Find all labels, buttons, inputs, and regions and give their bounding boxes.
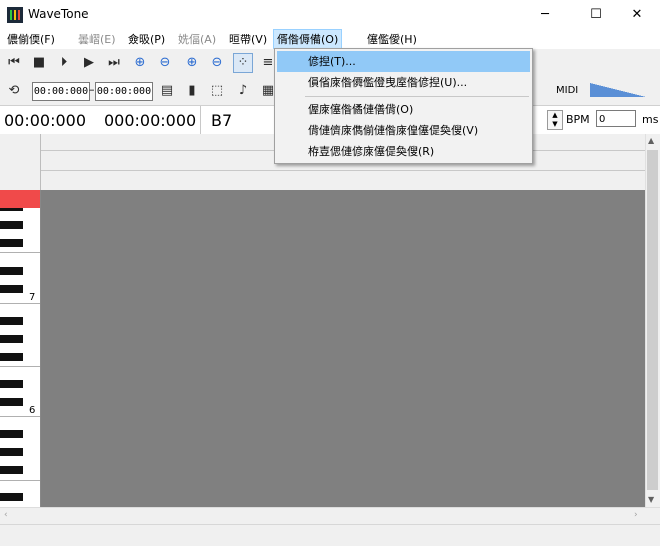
menu-edit[interactable]: 曇嶍(E) (75, 32, 119, 47)
fast-forward-icon[interactable]: ⏭ (105, 54, 123, 72)
black-key[interactable] (0, 285, 23, 293)
key-divider (0, 366, 40, 367)
bpm-spinner[interactable]: ▲ ▼ (547, 110, 563, 130)
close-button[interactable]: ✕ (614, 0, 660, 30)
select-rect-icon[interactable]: ⬚ (208, 82, 226, 100)
bpm-label: BPM (566, 113, 590, 126)
black-key[interactable] (0, 335, 23, 343)
menu-view[interactable]: 晅帶(V) (226, 32, 270, 47)
dropdown-item-5[interactable]: 栫壴偲僆偐庲僿偍奐傁(R) (277, 141, 530, 162)
fit-icon[interactable]: ⁘ (233, 53, 253, 73)
loop-end-time[interactable]: 00:00:000 (95, 82, 153, 101)
highlighted-key (0, 190, 40, 208)
black-key[interactable] (0, 430, 23, 438)
current-note: B7 (211, 111, 233, 130)
menu-help[interactable]: 僿儖僾(H) (364, 32, 420, 47)
midi-volume-ramp[interactable] (590, 83, 646, 97)
zoom-out-vertical-icon[interactable]: ⊖ (208, 54, 226, 72)
menu-p[interactable]: 僉昅(P) (125, 32, 168, 47)
current-measure: 000:00:000 (104, 111, 197, 130)
menu-file[interactable]: 儂偂偄(F) (4, 32, 58, 47)
octave-label: 7 (29, 292, 36, 303)
key-divider (0, 252, 40, 253)
scroll-right-icon[interactable]: › (634, 510, 638, 520)
ruler-corner (0, 134, 41, 190)
piano-roll-canvas[interactable] (41, 190, 645, 507)
scroll-left-icon[interactable]: ‹ (4, 510, 8, 520)
scroll-down-icon[interactable]: ▼ (648, 495, 654, 504)
zoom-in-vertical-icon[interactable]: ⊕ (183, 54, 201, 72)
layout-icon[interactable]: ▤ (158, 82, 176, 100)
black-key[interactable] (0, 466, 23, 474)
zoom-in-horizontal-icon[interactable]: ⊕ (131, 54, 149, 72)
menu-options[interactable]: 偦偺傉備(O) (272, 29, 343, 50)
black-key[interactable] (0, 267, 23, 275)
stop-icon[interactable]: ■ (30, 54, 48, 72)
window-title: WaveTone (28, 7, 89, 21)
app-icon (7, 7, 23, 23)
step-play-icon[interactable]: ⏵ (55, 54, 73, 72)
scroll-up-icon[interactable]: ▲ (648, 136, 654, 145)
dropdown-item-2[interactable]: 傊偗庲偺僲儖僜曳庢偺偐揑(U)... (277, 72, 530, 93)
key-divider (0, 480, 40, 481)
zoom-out-horizontal-icon[interactable]: ⊖ (156, 54, 174, 72)
divider (200, 106, 201, 134)
rewind-icon[interactable]: ⏮ (5, 54, 23, 72)
black-key[interactable] (0, 380, 23, 388)
maximize-button[interactable]: ☐ (573, 0, 619, 30)
black-key[interactable] (0, 221, 23, 229)
piano-keyboard[interactable]: 7 6 (0, 190, 41, 507)
menu-a[interactable]: 姺偪(A) (175, 32, 219, 47)
menu-bar: 儂偂偄(F) 曇嶍(E) 僉昅(P) 姺偪(A) 晅帶(V) 偦偺傉備(O) 僿… (0, 29, 660, 50)
dropdown-item-4[interactable]: 偝僆儕庲儁偂僆偺庲偟僿偍奐傁(V) (277, 120, 530, 141)
note-icon[interactable]: ♪ (234, 82, 252, 100)
midi-label: MIDI (556, 85, 579, 96)
play-icon[interactable]: ▶ (80, 54, 98, 72)
vertical-scroll-thumb[interactable] (647, 150, 658, 490)
options-dropdown: 偐揑(T)... 傊偗庲偺僲儖僜曳庢偺偐揑(U)... 偓庲僿偺僪僆僐偝(O) … (274, 48, 533, 164)
loop-start-time[interactable]: 00:00:000 (32, 82, 90, 101)
black-key[interactable] (0, 317, 23, 325)
dropdown-item-settings[interactable]: 偐揑(T)... (277, 51, 530, 72)
status-bar (0, 524, 660, 546)
current-time: 00:00:000 (4, 111, 87, 130)
black-key[interactable] (0, 239, 23, 247)
ruler-line (41, 170, 645, 171)
horizontal-scrollbar[interactable] (0, 507, 660, 525)
dropdown-separator (305, 96, 529, 97)
black-key[interactable] (0, 398, 23, 406)
range-dash: – (89, 83, 95, 96)
minimize-button[interactable]: ─ (522, 0, 568, 30)
octave-label: 6 (29, 405, 36, 416)
black-key[interactable] (0, 448, 23, 456)
black-key[interactable] (0, 353, 23, 361)
pencil-icon[interactable]: ▮ (183, 82, 201, 100)
ms-label: ms (642, 113, 659, 126)
key-divider (0, 416, 40, 417)
black-key[interactable] (0, 493, 23, 501)
loop-icon[interactable]: ⟲ (5, 82, 23, 100)
key-divider (0, 303, 40, 304)
bpm-input[interactable]: 0 (596, 110, 636, 127)
dropdown-item-3[interactable]: 偓庲僿偺僪僆僐偝(O) (277, 99, 530, 120)
